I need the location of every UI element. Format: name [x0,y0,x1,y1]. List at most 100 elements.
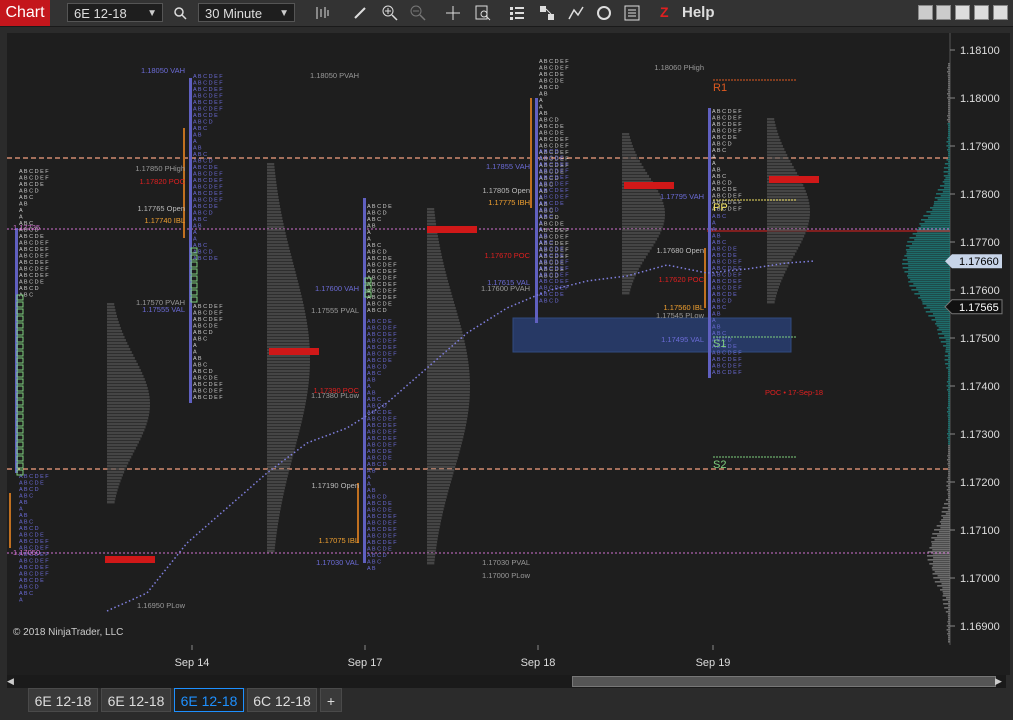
tpo-letters: A [193,230,197,236]
reload-icon[interactable] [594,3,614,23]
scroll-left-arrow-icon[interactable]: ◀ [7,675,17,688]
horizontal-scrollbar[interactable]: ◀ ▶ [7,675,1006,688]
tab-4[interactable]: 6C 12-18 [247,688,317,712]
profile-axis-bar [708,108,711,378]
chart-canvas[interactable]: 1.18100 1.18000 1.17900 1.17800 1.17700 1.176… [7,33,1010,645]
interval-selector[interactable]: 30 Minute ▼ [198,3,295,22]
chart-panel[interactable]: 1.18100 1.18000 1.17900 1.17800 1.17700 1.176… [7,33,1010,645]
close-button[interactable] [993,5,1008,20]
tpo-histogram-bar [267,208,281,211]
volume-profile-bar [947,67,950,69]
tpo-letters: A [19,507,23,513]
tpo-letters: A B C D E F [193,87,223,93]
tpo-letters: A [367,237,371,243]
tpo-letters: A B C D E F [539,260,569,266]
tpo-histogram-bar [267,376,310,379]
volume-profile-bar [946,485,950,487]
tpo-letters: A B C D E F [193,191,223,197]
tpo-histogram-bar [107,438,141,441]
tab-2[interactable]: 6E 12-18 [101,688,171,712]
tpo-histogram-bar [622,136,630,139]
tpo-histogram-bar [622,196,662,199]
time-tick-label: Sep 17 [348,657,383,669]
time-axis-canvas: Sep 14 Sep 17 Sep 18 Sep 19 [175,645,730,669]
tpo-letters: A B C D E F [539,66,569,72]
price-tick-label: 1.18000 [960,93,1000,105]
tpo-letters: A B C D [539,149,559,155]
tpo-histogram-bar [267,304,304,307]
window-button-1[interactable] [918,5,933,20]
tpo-histogram-bar [267,364,310,367]
volume-profile-bar [947,463,950,465]
volume-profile-bar [915,235,950,237]
volume-profile-bar [930,207,950,209]
zoom-out-icon[interactable] [408,3,428,23]
tpo-letters: A B C D E [19,182,44,188]
tpo-letters: A B C D E F [539,266,569,272]
tab-3[interactable]: 6E 12-18 [174,688,244,712]
volume-profile-bar [948,131,950,133]
volume-profile-bar [931,567,950,569]
add-tab-button[interactable]: + [320,688,342,712]
scroll-thumb[interactable] [572,676,996,687]
tpo-letters: A B C [19,494,33,500]
tpo-letters: A B C D E F [193,389,223,395]
tpo-letters: A B [367,378,376,384]
bar-type-icon[interactable] [312,3,332,23]
tpo-letters: A B C [193,337,207,343]
tpo-histogram-bar [427,313,458,316]
tpo-letters: A B C D E F [367,540,397,546]
indicators-icon[interactable] [507,3,527,23]
minimize-button[interactable] [955,5,970,20]
drawing-tools-icon[interactable] [566,3,586,23]
volume-profile-bar [948,487,950,489]
crosshair-icon[interactable] [443,3,463,23]
volume-profile-bar [948,423,950,425]
tpo-histogram-bar [427,499,446,502]
data-box-icon[interactable] [473,3,493,23]
volume-profile-bar [946,381,950,383]
window-button-2[interactable] [936,5,951,20]
volume-profile-bar [945,513,950,515]
volume-profile-bar [948,427,950,429]
tpo-histogram-bar [427,301,455,304]
tpo-letters: A B C D E [19,280,44,286]
volume-profile-bar [925,311,950,313]
search-icon[interactable] [170,3,190,23]
volume-profile-bar [948,99,950,101]
tpo-histogram-bar [767,256,794,259]
tpo-histogram-bar [427,316,459,319]
scroll-right-arrow-icon[interactable]: ▶ [995,675,1005,688]
instrument-selector[interactable]: 6E 12-18 ▼ [67,3,163,22]
tpo-letters: A B C D E F [539,188,569,194]
maximize-button[interactable] [974,5,989,20]
level-annotation: 1.17855 VAH [486,162,530,171]
pivot-label: S1 [713,338,726,350]
tpo-histogram-bar [267,472,289,475]
volume-profile-bar [939,531,950,533]
tpo-letters: A B C D [712,181,732,187]
pencil-icon[interactable] [350,3,370,23]
properties-icon[interactable] [622,3,642,23]
tpo-histogram-bar [107,468,126,471]
strategies-icon[interactable] [537,3,557,23]
tab-1[interactable]: 6E 12-18 [28,688,98,712]
tpo-letters: A B C D E F [712,129,742,135]
tpo-histogram-bar [107,384,147,387]
tpo-histogram-bar [427,238,439,241]
tpo-histogram-bar [267,340,310,343]
time-axis[interactable]: Sep 14 Sep 17 Sep 18 Sep 19 [7,645,1010,675]
tpo-histogram-bar [427,472,454,475]
tpo-histogram-bar [267,529,278,532]
volume-profile-bar [947,173,950,175]
tpo-histogram-bar [107,405,150,408]
tpo-letters: A B C D E [539,247,564,253]
tpo-letters: A [712,155,716,161]
help-menu[interactable]: Help [682,4,715,21]
tpo-histogram-bar [107,456,132,459]
help-logo-icon: Z [660,4,669,20]
volume-profile-bar [907,241,950,243]
zoom-in-icon[interactable] [380,3,400,23]
volume-profile-bar [937,333,950,335]
tpo-histogram-bar [427,322,460,325]
